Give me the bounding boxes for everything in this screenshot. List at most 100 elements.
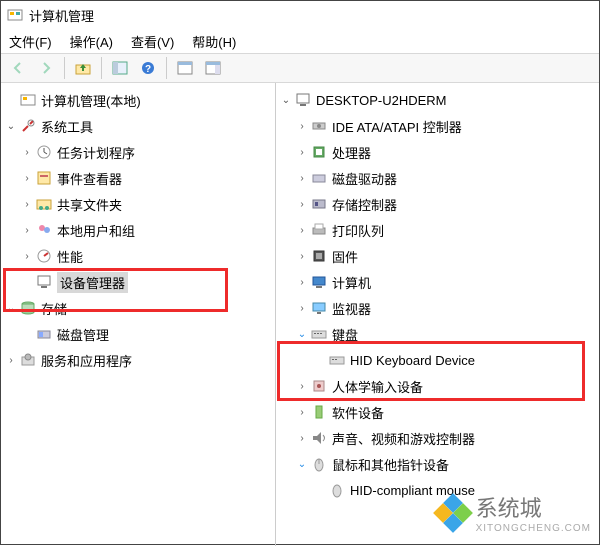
- expand-icon[interactable]: ›: [294, 300, 310, 316]
- expand-icon[interactable]: ›: [294, 170, 310, 186]
- tree-event-viewer[interactable]: › 事件查看器: [1, 165, 275, 191]
- menu-help[interactable]: 帮助(H): [192, 32, 236, 51]
- computer-icon: [294, 91, 312, 109]
- tree-performance[interactable]: › 性能: [1, 243, 275, 269]
- device-disk-drives[interactable]: › 磁盘驱动器: [276, 165, 599, 191]
- expand-icon[interactable]: ⌄: [3, 300, 19, 316]
- printer-icon: [310, 221, 328, 239]
- tree-device-manager[interactable]: 设备管理器: [1, 269, 275, 295]
- computer-cat-icon: [310, 273, 328, 291]
- blank-expander: [3, 92, 19, 108]
- expand-icon[interactable]: ›: [294, 248, 310, 264]
- tree-label: 事件查看器: [57, 169, 122, 188]
- svg-text:?: ?: [145, 64, 151, 75]
- device-root[interactable]: ⌄ DESKTOP-U2HDERM: [276, 87, 599, 113]
- menu-file[interactable]: 文件(F): [9, 32, 52, 51]
- expand-icon[interactable]: ›: [294, 430, 310, 446]
- ide-icon: [310, 117, 328, 135]
- users-icon: [35, 221, 53, 239]
- device-hid-mouse[interactable]: HID-compliant mouse: [276, 477, 599, 503]
- device-ide[interactable]: › IDE ATA/ATAPI 控制器: [276, 113, 599, 139]
- blank-expander: [312, 482, 328, 498]
- sound-icon: [310, 429, 328, 447]
- device-hid-keyboard[interactable]: HID Keyboard Device: [276, 347, 599, 373]
- device-keyboard[interactable]: ⌄ 键盘: [276, 321, 599, 347]
- panel-button-2[interactable]: [200, 56, 226, 80]
- toolbar-separator: [166, 57, 167, 79]
- device-print-queue[interactable]: › 打印队列: [276, 217, 599, 243]
- expand-icon[interactable]: ›: [294, 222, 310, 238]
- expand-icon[interactable]: ⌄: [294, 326, 310, 342]
- tree-label: 存储控制器: [332, 195, 397, 214]
- menubar: 文件(F) 操作(A) 查看(V) 帮助(H): [1, 29, 599, 53]
- content-area: 计算机管理(本地) ⌄ 系统工具 › 任务计划程序 › 事件查看器 › 共享文件…: [1, 83, 599, 546]
- toolbar-separator: [101, 57, 102, 79]
- expand-icon[interactable]: ⌄: [294, 456, 310, 472]
- tree-disk-mgmt[interactable]: 磁盘管理: [1, 321, 275, 347]
- expand-icon[interactable]: ›: [19, 170, 35, 186]
- help-button[interactable]: ?: [135, 56, 161, 80]
- blank-expander: [19, 326, 35, 342]
- tree-label: 磁盘驱动器: [332, 169, 397, 188]
- device-monitor[interactable]: › 监视器: [276, 295, 599, 321]
- device-computer[interactable]: › 计算机: [276, 269, 599, 295]
- tree-label: 性能: [57, 247, 83, 266]
- tree-label: 打印队列: [332, 221, 384, 240]
- firmware-icon: [310, 247, 328, 265]
- tree-services-apps[interactable]: › 服务和应用程序: [1, 347, 275, 373]
- tree-label: HID-compliant mouse: [350, 483, 475, 498]
- shared-folder-icon: [35, 195, 53, 213]
- expand-icon[interactable]: ›: [294, 144, 310, 160]
- tree-label: 鼠标和其他指针设备: [332, 455, 449, 474]
- expand-icon[interactable]: ›: [294, 274, 310, 290]
- expand-icon[interactable]: ›: [294, 404, 310, 420]
- expand-icon[interactable]: ⌄: [3, 118, 19, 134]
- panel-button-1[interactable]: [172, 56, 198, 80]
- disk-icon: [310, 169, 328, 187]
- device-software[interactable]: › 软件设备: [276, 399, 599, 425]
- tree-local-users[interactable]: › 本地用户和组: [1, 217, 275, 243]
- tree-label: 设备管理器: [57, 272, 128, 293]
- tree-label: 监视器: [332, 299, 371, 318]
- tree-label: 键盘: [332, 325, 358, 344]
- menu-action[interactable]: 操作(A): [70, 32, 113, 51]
- toolbar: ?: [1, 53, 599, 83]
- expand-icon[interactable]: ›: [19, 196, 35, 212]
- tree-label: 系统工具: [41, 117, 93, 136]
- tree-label: 任务计划程序: [57, 143, 135, 162]
- mouse-icon: [328, 481, 346, 499]
- forward-button[interactable]: [33, 56, 59, 80]
- expand-icon[interactable]: ›: [3, 352, 19, 368]
- expand-icon[interactable]: ›: [294, 378, 310, 394]
- tree-label: 固件: [332, 247, 358, 266]
- device-sound[interactable]: › 声音、视频和游戏控制器: [276, 425, 599, 451]
- expand-icon[interactable]: ›: [19, 222, 35, 238]
- device-hid-input[interactable]: › 人体学输入设备: [276, 373, 599, 399]
- clock-icon: [35, 143, 53, 161]
- device-mouse[interactable]: ⌄ 鼠标和其他指针设备: [276, 451, 599, 477]
- back-button[interactable]: [5, 56, 31, 80]
- expand-icon[interactable]: ›: [294, 118, 310, 134]
- expand-icon[interactable]: ›: [294, 196, 310, 212]
- tree-storage[interactable]: ⌄ 存储: [1, 295, 275, 321]
- tree-shared-folders[interactable]: › 共享文件夹: [1, 191, 275, 217]
- disk-mgmt-icon: [35, 325, 53, 343]
- tree-system-tools[interactable]: ⌄ 系统工具: [1, 113, 275, 139]
- up-button[interactable]: [70, 56, 96, 80]
- expand-icon[interactable]: ›: [19, 248, 35, 264]
- tree-label: IDE ATA/ATAPI 控制器: [332, 117, 462, 136]
- expand-icon[interactable]: ⌄: [278, 92, 294, 108]
- blank-expander: [312, 352, 328, 368]
- expand-icon[interactable]: ›: [19, 144, 35, 160]
- show-hide-tree-button[interactable]: [107, 56, 133, 80]
- tree-label: 声音、视频和游戏控制器: [332, 429, 475, 448]
- monitor-icon: [310, 299, 328, 317]
- tree-label: 磁盘管理: [57, 325, 109, 344]
- device-firmware[interactable]: › 固件: [276, 243, 599, 269]
- menu-view[interactable]: 查看(V): [131, 32, 174, 51]
- tree-root[interactable]: 计算机管理(本地): [1, 87, 275, 113]
- device-cpu[interactable]: › 处理器: [276, 139, 599, 165]
- tree-task-scheduler[interactable]: › 任务计划程序: [1, 139, 275, 165]
- device-storage-ctrl[interactable]: › 存储控制器: [276, 191, 599, 217]
- cpu-icon: [310, 143, 328, 161]
